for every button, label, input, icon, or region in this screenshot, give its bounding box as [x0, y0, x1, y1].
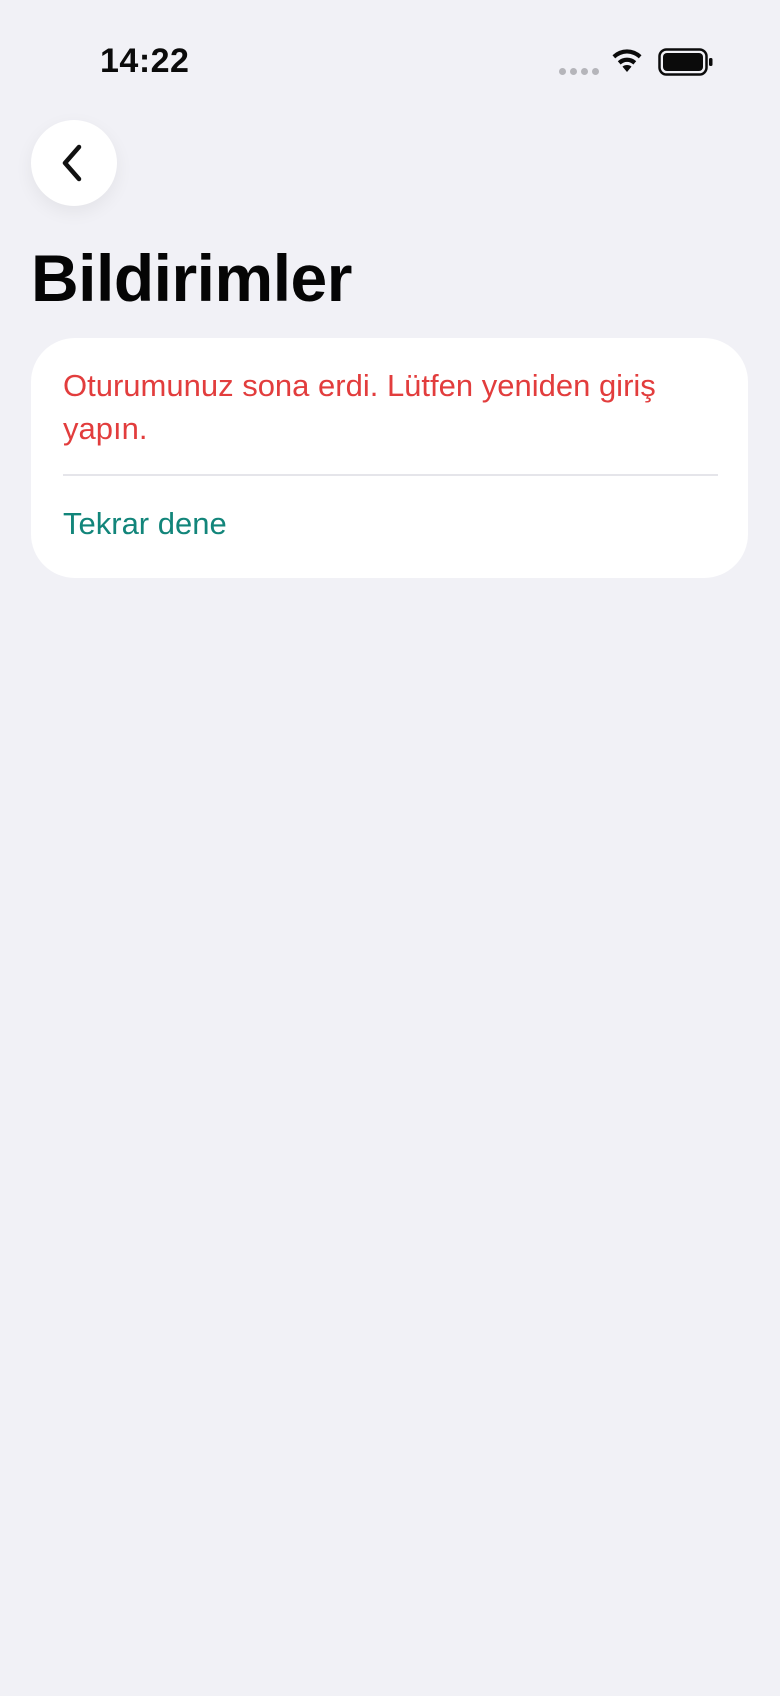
chevron-left-icon [62, 144, 82, 182]
cellular-signal-icon [559, 68, 599, 75]
divider [63, 474, 718, 476]
status-time: 14:22 [100, 42, 190, 80]
status-bar: 14:22 [0, 0, 780, 110]
battery-icon [658, 48, 713, 76]
page-title: Bildirimler [31, 241, 352, 315]
error-message: Oturumunuz sona erdi. Lütfen yeniden gir… [63, 368, 656, 446]
back-button[interactable] [31, 120, 117, 206]
retry-button[interactable]: Tekrar dene [63, 506, 227, 542]
wifi-icon [612, 49, 642, 72]
error-card: Oturumunuz sona erdi. Lütfen yeniden gir… [31, 338, 748, 578]
